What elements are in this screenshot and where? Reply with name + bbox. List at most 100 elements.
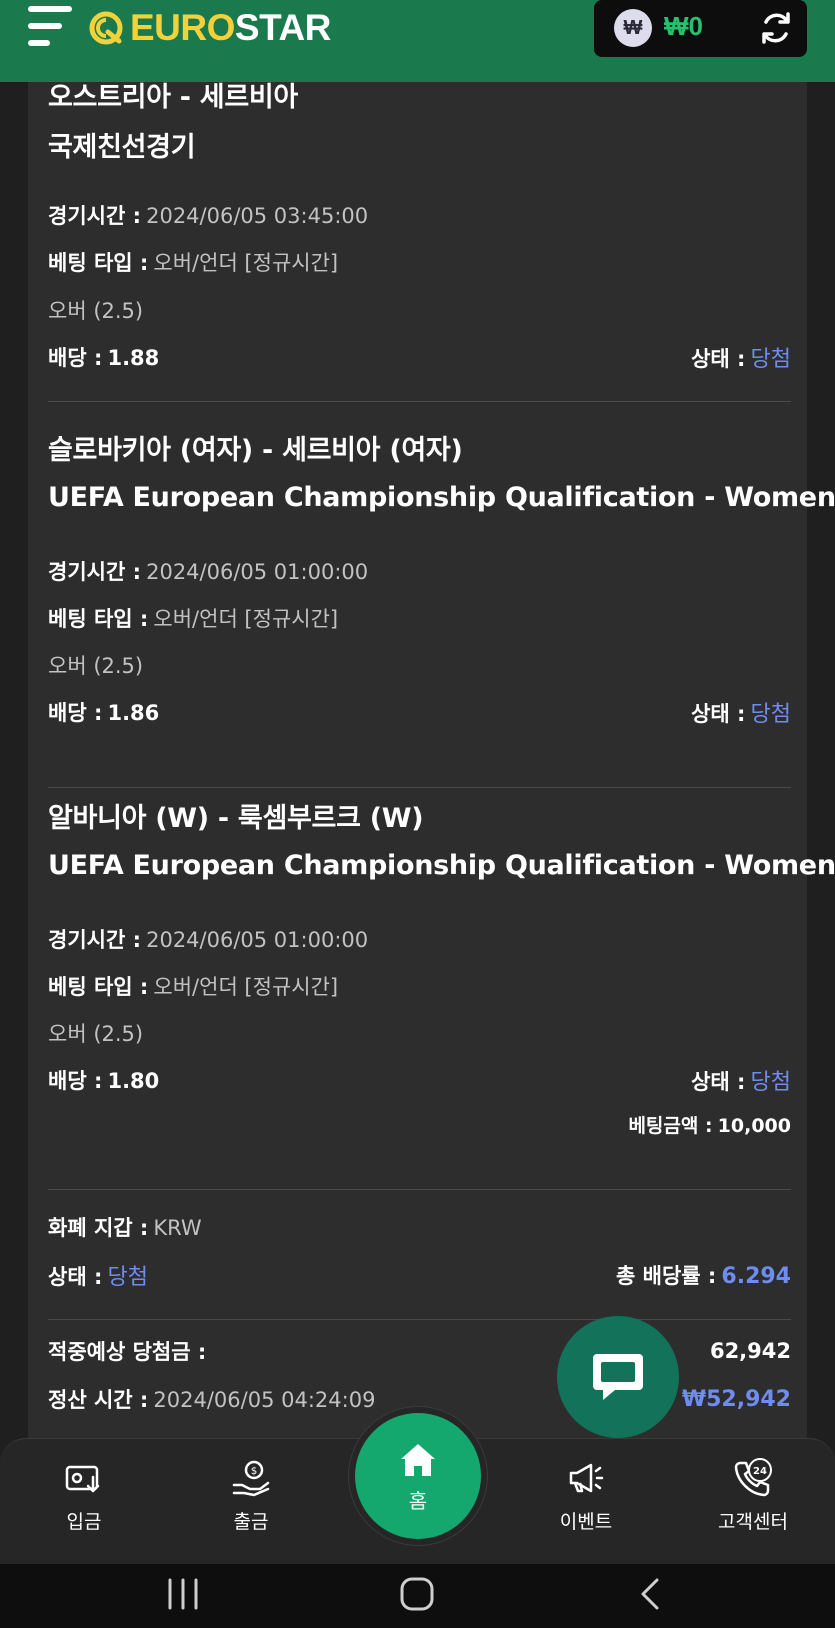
profit-amount: ₩52,942 (681, 1386, 791, 1412)
summary-status-row: 상태 : 당첨 총 배당률 : 6.294 (48, 1259, 791, 1291)
odds-label: 배당 : (48, 1069, 103, 1093)
refresh-icon[interactable] (758, 10, 794, 46)
type-label: 베팅 타입 : (48, 975, 149, 999)
nav-deposit[interactable]: 입금 (24, 1457, 144, 1534)
nav-deposit-label: 입금 (66, 1511, 102, 1533)
back-icon[interactable] (637, 1576, 663, 1612)
bet-2-pick: 오버 (2.5) (48, 654, 144, 678)
bet-2-pick-row: 오버 (2.5) (48, 650, 791, 680)
bet-2-time: 2024/06/05 01:00:00 (146, 560, 369, 584)
megaphone-icon (569, 1463, 604, 1493)
bet-2-odds: 1.86 (107, 701, 160, 725)
settle-time: 2024/06/05 04:24:09 (153, 1388, 376, 1412)
nav-events[interactable]: 이벤트 (526, 1457, 646, 1534)
deposit-icon (65, 1465, 100, 1493)
bet-3-odds: 1.80 (107, 1069, 160, 1093)
wallet-currency: KRW (153, 1216, 202, 1240)
stake-label: 베팅금액 : (628, 1115, 713, 1137)
bet-3-league-row: UEFA European Championship Qualification… (48, 850, 835, 881)
menu-icon[interactable] (28, 6, 74, 50)
nav-withdraw[interactable]: $ 출금 (191, 1457, 311, 1534)
bet-2-time-row: 경기시간 : 2024/06/05 01:00:00 (48, 556, 791, 586)
bet-3-time-row: 경기시간 : 2024/06/05 01:00:00 (48, 924, 791, 954)
bet-3-pick-row: 오버 (2.5) (48, 1018, 791, 1048)
expected-win-row: 적중예상 당첨금 : 62,942 (48, 1336, 791, 1366)
bet-2-odds-row: 배당 : 1.86 상태 : 당첨 (48, 696, 791, 728)
divider (48, 787, 791, 788)
eurostar-logo[interactable]: EUROSTAR (88, 6, 331, 50)
nav-support-label: 고객센터 (718, 1511, 788, 1533)
app-header: EUROSTAR ₩ ₩0 (0, 0, 835, 82)
bet-1-league-row: 국제친선경기 (48, 125, 791, 164)
nav-home[interactable]: 홈 (355, 1413, 481, 1539)
bet-1-odds: 1.88 (107, 346, 160, 370)
support-badge: 24 (753, 1466, 767, 1477)
status-label: 상태 : (691, 347, 746, 371)
odds-label: 배당 : (48, 346, 103, 370)
home-system-icon[interactable] (399, 1576, 435, 1612)
time-label: 경기시간 : (48, 560, 141, 584)
bet-3-pick: 오버 (2.5) (48, 1022, 144, 1046)
nav-home-label: 홈 (408, 1489, 428, 1513)
time-label: 경기시간 : (48, 204, 141, 228)
system-navigation-bar (0, 1564, 835, 1628)
type-label: 베팅 타입 : (48, 251, 149, 275)
svg-text:$: $ (251, 1466, 257, 1477)
bet-2-status: 당첨 (750, 702, 791, 727)
nav-withdraw-label: 출금 (233, 1511, 269, 1533)
bet-1-league: 국제친선경기 (48, 132, 196, 163)
divider (48, 401, 791, 402)
wallet-row: 화폐 지갑 : KRW (48, 1212, 791, 1242)
bet-1-pick: 오버 (2.5) (48, 299, 144, 323)
expected-win-label: 적중예상 당첨금 : (48, 1340, 207, 1364)
bet-1-status: 당첨 (750, 347, 791, 372)
wallet-label: 화폐 지갑 : (48, 1216, 149, 1240)
recent-apps-icon[interactable] (166, 1576, 200, 1612)
chat-bubble-icon (593, 1354, 643, 1400)
bet-1-time-row: 경기시간 : 2024/06/05 03:45:00 (48, 200, 791, 230)
bet-3-status: 당첨 (750, 1070, 791, 1095)
withdraw-icon: $ (232, 1460, 270, 1497)
bet-3-time: 2024/06/05 01:00:00 (146, 928, 369, 952)
bet-1-odds-row: 배당 : 1.88 상태 : 당첨 (48, 341, 791, 373)
home-icon (401, 1444, 435, 1476)
settle-label: 정산 시간 : (48, 1388, 149, 1412)
logo-star-text: STAR (234, 7, 331, 48)
bet-3-match-row: 알바니아 (W) - 룩셈부르크 (W) (48, 796, 791, 835)
support-24-icon: 24 (734, 1458, 772, 1497)
bet-1-time: 2024/06/05 03:45:00 (146, 204, 369, 228)
bet-1-type-row: 베팅 타입 : 오버/언더 [정규시간] (48, 247, 791, 277)
bet-2-match-row: 슬로바키아 (여자) - 세르비아 (여자) (48, 428, 791, 467)
bet-1-pick-row: 오버 (2.5) (48, 295, 791, 325)
bet-2-league: UEFA European Championship Qualification… (48, 482, 835, 513)
bet-2-league-row: UEFA European Championship Qualification… (48, 482, 835, 513)
divider (48, 1319, 791, 1320)
bet-3-match: 알바니아 (W) - 룩셈부르크 (W) (48, 803, 424, 834)
bet-slip-card: 오스트리아 - 세르비아 국제친선경기 경기시간 : 2024/06/05 03… (28, 60, 835, 1460)
balance-amount: ₩0 (664, 11, 703, 41)
status-label: 상태 : (48, 1265, 103, 1289)
stake-amount: 10,000 (717, 1115, 791, 1137)
status-label: 상태 : (691, 702, 746, 726)
bet-2-type: 오버/언더 [정규시간] (153, 607, 339, 631)
bet-2-match: 슬로바키아 (여자) - 세르비아 (여자) (48, 435, 463, 466)
bet-3-league: UEFA European Championship Qualification… (48, 850, 835, 881)
nav-support[interactable]: 24 고객센터 (693, 1457, 813, 1534)
expected-win-amount: 62,942 (709, 1339, 791, 1363)
stake-row: 베팅금액 : 10,000 (48, 1111, 791, 1138)
nav-events-label: 이벤트 (559, 1511, 613, 1533)
divider (48, 1189, 791, 1190)
total-odds-label: 총 배당률 : (616, 1264, 717, 1288)
type-label: 베팅 타입 : (48, 607, 149, 631)
logo-mark-icon (89, 11, 123, 45)
summary-status: 당첨 (107, 1265, 148, 1290)
odds-label: 배당 : (48, 701, 103, 725)
status-label: 상태 : (691, 1070, 746, 1094)
total-odds: 6.294 (721, 1264, 791, 1289)
time-label: 경기시간 : (48, 928, 141, 952)
wallet-balance-box: ₩ ₩0 (594, 0, 807, 57)
bet-1-type: 오버/언더 [정규시간] (153, 251, 339, 275)
bet-3-odds-row: 배당 : 1.80 상태 : 당첨 (48, 1064, 791, 1096)
chat-button[interactable] (557, 1316, 679, 1438)
bet-3-type-row: 베팅 타입 : 오버/언더 [정규시간] (48, 971, 791, 1001)
